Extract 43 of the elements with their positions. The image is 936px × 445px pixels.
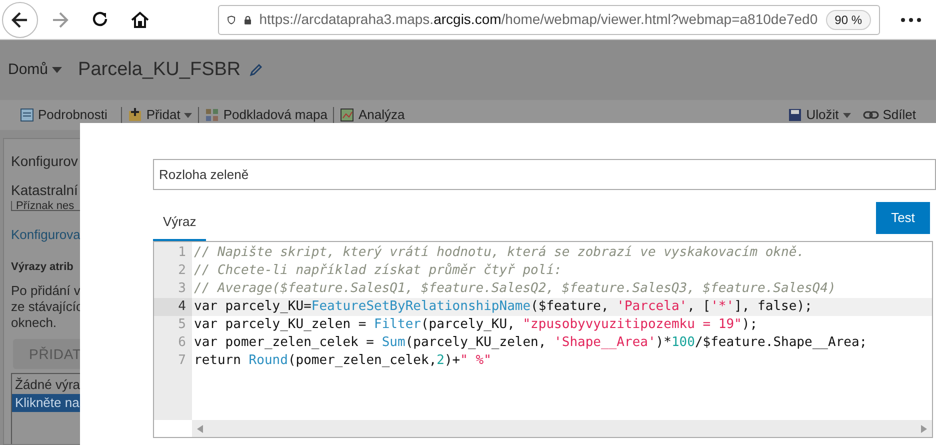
map-analysis-icon	[340, 108, 354, 122]
toolbar-button[interactable]: Podrobnosti	[20, 105, 108, 125]
line-number: 6	[177, 334, 187, 352]
pencil-icon[interactable]	[248, 63, 263, 77]
scroll-left-icon[interactable]	[197, 424, 203, 432]
zoom-level-badge[interactable]: 90 %	[826, 10, 871, 30]
line-number: 3	[177, 280, 187, 298]
code-line: // Napište skript, který vrátí hodnotu, která se zobrazí ve vyskakovacím okně.	[193, 244, 806, 262]
layer-label: Katastralní	[11, 181, 79, 200]
code-line: var parcely_KU_zelen = Filter(parcely_KU, "zpusobyvyuzitipozemku = 19");	[193, 316, 759, 334]
caret-icon	[52, 67, 62, 73]
plus-icon	[128, 108, 142, 122]
scroll-right-icon[interactable]	[921, 424, 927, 432]
name-field[interactable]: Rozloha zeleně	[153, 159, 936, 190]
code-line: var pomer_zelen_celek = Sum(parcely_KU_zelen, 'Shape__Area')*100/$feature.Shape__Area;	[193, 334, 868, 352]
line-number: 1	[177, 244, 187, 262]
home-menu[interactable]: Domů	[8, 58, 62, 82]
home-icon[interactable]	[130, 10, 150, 30]
more-menu-icon[interactable]	[900, 16, 922, 22]
code-line: // Average($feature.SalesQ1, $feature.SalesQ2, $feature.SalesQ3, $feature.SalesQ4)	[193, 280, 837, 298]
section-title: Výrazy atrib	[11, 260, 74, 274]
section-description: Po přidání v ze stávajícíc oknech.	[11, 283, 84, 331]
line-number: 5	[177, 316, 187, 334]
map-title: Parcela_KU_FSBR	[78, 58, 241, 82]
address-bar[interactable]: https://arcdatapraha3.maps.arcgis.com/home/webmap/viewer.html?webmap=a810de7ed0 90 %	[218, 4, 880, 34]
back-arrow-icon	[10, 10, 30, 30]
line-number: 7	[177, 352, 187, 370]
url-text: https://arcdatapraha3.maps.arcgis.com/home/webmap/viewer.html?webmap=a810de7ed0	[259, 10, 818, 29]
line-number: 4	[154, 298, 192, 316]
panel-heading: Konfigurov	[11, 152, 79, 171]
line-number: 2	[177, 262, 187, 280]
toolbar-button[interactable]: Analýza	[340, 105, 405, 125]
toolbar-button[interactable]: Sdílet	[862, 105, 916, 125]
toolbar-button[interactable]: Podkladová mapa	[205, 105, 328, 125]
grid-icon	[205, 108, 220, 122]
code-line: return Round(pomer_zelen_celek,2)+" %"	[193, 352, 492, 370]
forward-arrow-icon[interactable]	[50, 10, 70, 30]
document-icon	[20, 108, 34, 122]
code-line: // Chcete-li například získat průměr čtyř polí:	[193, 262, 563, 280]
horizontal-scrollbar[interactable]	[192, 420, 932, 437]
link-icon	[862, 110, 879, 120]
back-button[interactable]	[2, 2, 38, 38]
test-button[interactable]: Test	[876, 202, 930, 234]
